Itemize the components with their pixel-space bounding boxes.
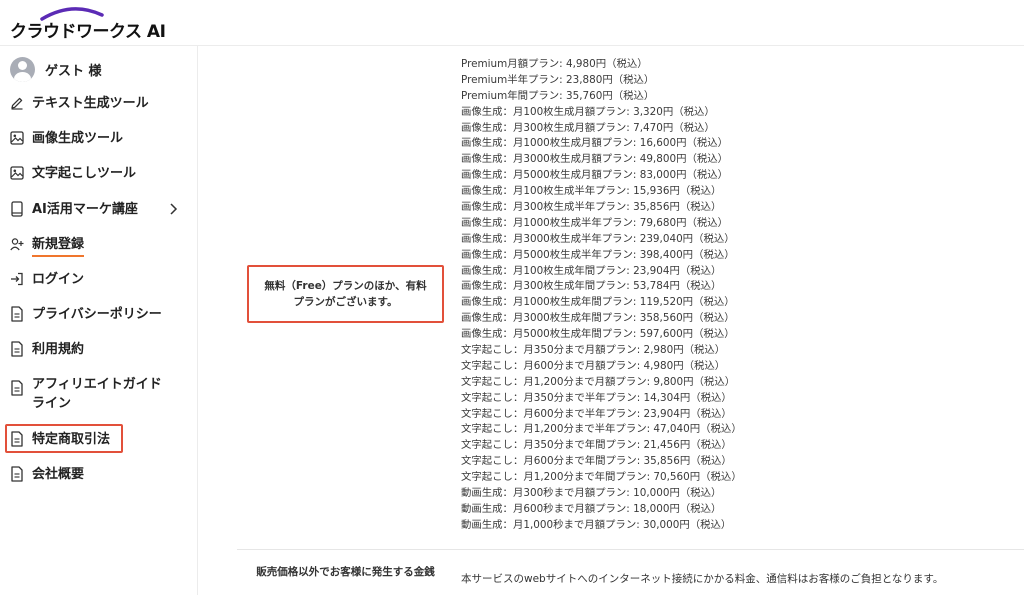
sidebar-item-transcribe-tool[interactable]: 文字起こしツール [10, 164, 192, 183]
plan-list: Premium月額プラン: 4,980円（税込） Premium半年プラン: 2… [461, 57, 1021, 534]
sidebar-item-affiliate-guideline[interactable]: アフィリエイトガイドライン [10, 375, 170, 413]
row-divider [237, 549, 1024, 550]
plan-item: Premium年間プラン: 35,760円（税込） [461, 89, 655, 102]
plan-item: 動画生成：月1,000秒まで月額プラン: 30,000円（税込） [461, 518, 732, 531]
plan-item: 文字起こし：月600分まで年間プラン: 35,856円（税込） [461, 455, 732, 468]
plan-item: 画像生成：月100枚生成半年プラン: 15,936円（税込） [461, 185, 722, 198]
plan-item: 画像生成：月5000枚生成年間プラン: 597,600円（税込） [461, 328, 735, 341]
sidebar-item-label: 文字起こしツール [32, 166, 137, 181]
sidebar-item-label: プライバシーポリシー [32, 307, 162, 322]
sidebar-item-terms[interactable]: 利用規約 [10, 340, 192, 359]
plan-item: 画像生成：月5000枚生成月額プラン: 83,000円（税込） [461, 169, 729, 182]
user-plus-icon [10, 236, 24, 252]
plan-item: Premium月額プラン: 4,980円（税込） [461, 58, 648, 70]
plan-item: 文字起こし：月1,200分まで年間プラン: 70,560円（税込） [461, 471, 742, 484]
header: クラウドワークス AI [0, 0, 1024, 46]
plan-item: 画像生成：月3000枚生成月額プラン: 49,800円（税込） [461, 153, 729, 166]
plan-item: 画像生成：月3000枚生成半年プラン: 239,040円（税込） [461, 232, 735, 245]
plan-item: 画像生成：月1000枚生成月額プラン: 16,600円（税込） [461, 137, 729, 150]
document-icon [10, 431, 24, 447]
sidebar-item-text-tool[interactable]: テキスト生成ツール [10, 94, 192, 113]
plan-item: 画像生成：月1000枚生成年間プラン: 119,520円（税込） [461, 296, 735, 309]
plan-item: 文字起こし：月600分まで月額プラン: 4,980円（税込） [461, 359, 726, 372]
plan-item: 文字起こし：月350分まで年間プラン: 21,456円（税込） [461, 439, 732, 452]
sidebar-item-label: 会社概要 [32, 467, 85, 482]
plan-item: 画像生成：月5000枚生成半年プラン: 398,400円（税込） [461, 248, 735, 261]
other-fees-value: 本サービスのwebサイトへのインターネット接続にかかる料金、通信料はお客様のご負… [461, 573, 944, 585]
user-name: ゲスト 様 [45, 63, 102, 79]
sidebar-item-label: AI活用マーケ講座 [32, 202, 138, 217]
document-icon [10, 380, 24, 396]
other-fees-label: 販売価格以外でお客様に発生する金銭 [256, 566, 435, 578]
document-icon [10, 466, 24, 482]
logo-text: クラウドワークス AI [10, 22, 166, 42]
sidebar-item-signup[interactable]: 新規登録 [10, 235, 192, 257]
price-label-cell: 無料（Free）プランのほか、有料プランがございます。 [247, 265, 444, 323]
sidebar-item-label: アフィリエイトガイドライン [32, 377, 162, 411]
price-label: 無料（Free）プランのほか、有料プランがございます。 [264, 280, 427, 308]
plan-item: Premium半年プラン: 23,880円（税込） [461, 73, 655, 86]
sidebar-item-label: 画像生成ツール [32, 131, 124, 146]
plan-item: 画像生成：月100枚生成月額プラン: 3,320円（税込） [461, 105, 715, 118]
sidebar-item-label: テキスト生成ツール [32, 96, 149, 111]
book-icon [10, 201, 24, 217]
plan-item: 文字起こし：月600分まで半年プラン: 23,904円（税込） [461, 407, 732, 420]
plan-item: 画像生成：月100枚生成年間プラン: 23,904円（税込） [461, 264, 722, 277]
image-icon [10, 165, 24, 181]
user-info[interactable]: ゲスト 様 [10, 56, 102, 82]
sidebar-item-login[interactable]: ログイン [10, 270, 192, 289]
sidebar-item-label: 特定商取引法 [32, 432, 111, 447]
sidebar: ゲスト 様 テキスト生成ツール 画像生成ツール 文字起こしツール AI活用マーケ… [0, 46, 198, 595]
sidebar-item-marketing-course[interactable]: AI活用マーケ講座 [10, 200, 192, 219]
avatar [10, 56, 35, 82]
plan-item: 文字起こし：月1,200分まで半年プラン: 47,040円（税込） [461, 423, 742, 436]
sidebar-item-privacy-policy[interactable]: プライバシーポリシー [10, 305, 192, 324]
plan-item: 文字起こし：月350分まで月額プラン: 2,980円（税込） [461, 344, 726, 357]
chevron-right-icon [170, 203, 178, 215]
sidebar-item-label: 利用規約 [32, 342, 85, 357]
plan-item: 画像生成：月300枚生成年間プラン: 53,784円（税込） [461, 280, 722, 293]
plan-item: 画像生成：月300枚生成月額プラン: 7,470円（税込） [461, 121, 715, 134]
main-content: 無料（Free）プランのほか、有料プランがございます。 Premium月額プラン… [199, 46, 1024, 595]
sidebar-item-label: 新規登録 [32, 235, 85, 257]
plan-item: 画像生成：月1000枚生成半年プラン: 79,680円（税込） [461, 216, 729, 229]
plan-item: 画像生成：月3000枚生成年間プラン: 358,560円（税込） [461, 312, 735, 325]
sidebar-item-commercial-law[interactable]: 特定商取引法 [10, 430, 192, 449]
plan-item: 動画生成：月300秒まで月額プラン: 10,000円（税込） [461, 487, 722, 500]
plan-item: 動画生成：月600秒まで月額プラン: 18,000円（税込） [461, 502, 722, 515]
plan-item: 画像生成：月300枚生成半年プラン: 35,856円（税込） [461, 201, 722, 214]
plan-item: 文字起こし：月350分まで半年プラン: 14,304円（税込） [461, 391, 732, 404]
sidebar-item-image-tool[interactable]: 画像生成ツール [10, 129, 192, 148]
pencil-icon [10, 95, 24, 111]
login-icon [10, 271, 24, 287]
sidebar-item-label: ログイン [32, 272, 85, 287]
document-icon [10, 341, 24, 357]
plan-item: 文字起こし：月1,200分まで月額プラン: 9,800円（税込） [461, 375, 736, 388]
image-icon [10, 130, 24, 146]
document-icon [10, 306, 24, 322]
sidebar-item-company[interactable]: 会社概要 [10, 465, 192, 484]
